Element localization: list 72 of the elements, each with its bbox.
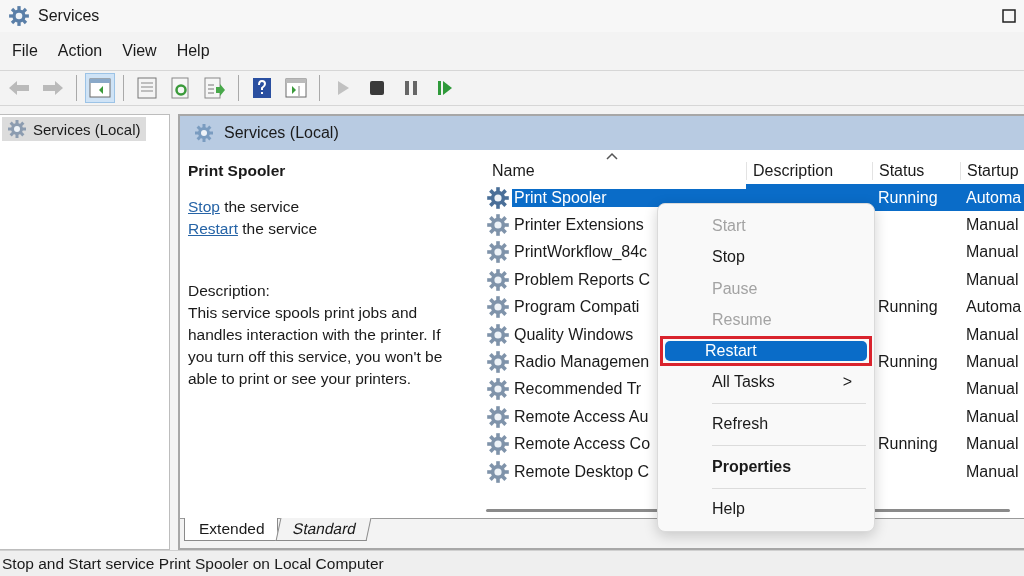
menu-option[interactable]: Properties (666, 451, 866, 483)
column-header[interactable]: Description (746, 162, 872, 180)
menu-item[interactable]: Action (49, 38, 111, 64)
table-cell-text: Manual (965, 269, 1020, 290)
column-header[interactable]: Status (872, 162, 960, 180)
help-icon (252, 77, 272, 99)
action-line: Stop the service (188, 197, 301, 217)
submenu-arrow: > (842, 372, 852, 391)
refresh-icon (171, 77, 191, 99)
menu-item[interactable]: View (114, 38, 165, 64)
menu-option[interactable]: Stop (666, 241, 866, 273)
table-cell-text: Manual (965, 352, 1020, 373)
gear-icon (486, 377, 510, 402)
table-cell-text: Manual (965, 215, 1020, 236)
menu-option[interactable]: All Tasks > (666, 366, 866, 398)
gear-icon (486, 322, 510, 347)
action-link[interactable]: Stop (188, 198, 220, 215)
gear-icon (486, 432, 510, 457)
gear-icon (486, 213, 510, 238)
gear-icon (486, 459, 510, 484)
sort-caret-icon (606, 152, 618, 160)
tree-item[interactable]: Services (Local) (2, 117, 146, 141)
menu-option-label: All Tasks (712, 372, 775, 391)
gear-icon (194, 123, 214, 143)
menu-item[interactable]: Help (168, 38, 218, 64)
table-cell-text: Automa (965, 297, 1023, 318)
menu-option[interactable]: Refresh (666, 408, 866, 440)
table-cell-text: Running (877, 352, 939, 373)
service-name-cell[interactable]: Print Spooler (512, 188, 746, 207)
status-text: Stop and Start service Print Spooler on Local Computer (2, 554, 384, 573)
menu-item[interactable]: File (4, 38, 46, 64)
table-cell-text: Running (877, 434, 939, 455)
table-cell-text: Manual (965, 242, 1020, 263)
column-header[interactable]: Name (486, 162, 746, 180)
table-cell: Automa (960, 184, 1024, 212)
menu-option[interactable]: Restart (665, 341, 867, 361)
export-list-icon (204, 77, 226, 99)
view-tab[interactable]: Extended (184, 518, 278, 541)
console-tree-icon (89, 78, 111, 98)
back-arrow-icon (8, 80, 30, 96)
gear-icon (486, 404, 510, 429)
gear-icon (8, 5, 30, 27)
gear-icon (486, 350, 510, 375)
table-cell-text: Manual (965, 324, 1020, 345)
table-cell-text: Manual (965, 461, 1020, 482)
gear-icon (7, 119, 27, 139)
gear-icon (486, 295, 510, 320)
panel-title: Services (Local) (224, 124, 339, 142)
properties-icon (137, 77, 157, 99)
table-cell-text: Manual (965, 406, 1020, 427)
action-link[interactable]: Restart (188, 220, 238, 237)
pause-icon (404, 80, 418, 96)
view-tab[interactable]: Standard (275, 518, 371, 541)
play-icon (336, 80, 350, 96)
gear-icon (486, 185, 510, 210)
gear-icon (486, 240, 510, 265)
maximize-icon[interactable] (1002, 9, 1016, 23)
table-cell-text: Manual (965, 379, 1020, 400)
table-cell: Running (872, 184, 960, 212)
menu-option[interactable]: Help (666, 493, 866, 525)
gear-icon (486, 267, 510, 292)
action-line: Restart the service (188, 219, 319, 239)
description-text: Description: This service spools print jobs and handles interaction with the printer. If you turn off this service, you won't be able to print or see your printers. (188, 281, 444, 389)
table-cell-text: Manual (965, 434, 1020, 455)
window-title: Services (38, 7, 100, 25)
service-name: Print Spooler (188, 161, 287, 181)
stop-icon (369, 80, 385, 96)
forward-arrow-icon (42, 80, 64, 96)
resume-icon (437, 80, 453, 96)
column-header[interactable]: Startup (960, 162, 1024, 180)
table-cell-text: Running (877, 297, 939, 318)
action-pane-icon (285, 78, 307, 98)
